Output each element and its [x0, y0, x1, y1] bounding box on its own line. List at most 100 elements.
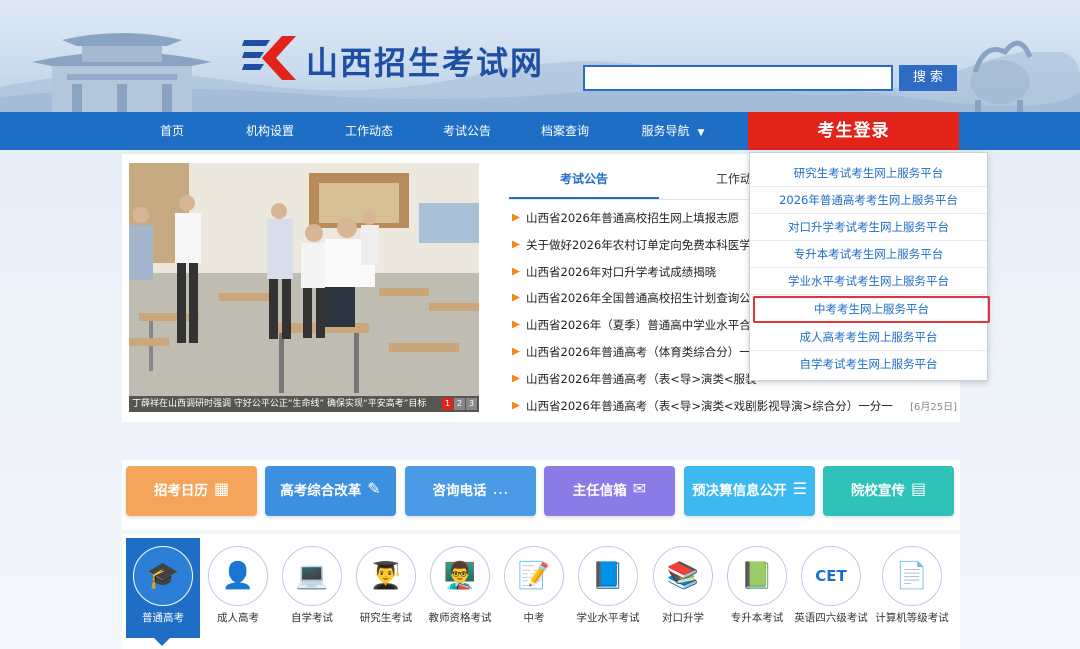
- candidate-login-dropdown: 研究生考试考生网上服务平台 2026年普通高考考生网上服务平台 对口升学考试考生…: [749, 152, 990, 381]
- adult-student-icon: 👤: [208, 546, 268, 606]
- nav-item-label: 档案查询: [540, 124, 589, 138]
- news-title: 关于做好2026年农村订单定向免费本科医学: [526, 238, 751, 252]
- candidate-login-button[interactable]: 考生登录: [748, 112, 959, 150]
- arrow-bullet-icon: [512, 213, 520, 222]
- calendar-icon: ▦: [213, 479, 230, 498]
- category-teacher-cert[interactable]: 👨‍🏫 教师资格考试: [423, 538, 497, 638]
- quick-link-label: 咨询电话: [432, 483, 487, 499]
- site-name: 山西招生考试网: [306, 44, 545, 82]
- quick-link-label: 主任信箱: [572, 483, 627, 499]
- clipboard-icon: ☰: [792, 479, 807, 498]
- category-computer-rank[interactable]: 📄 计算机等级考试: [875, 538, 949, 638]
- book-icon: 📘: [578, 546, 638, 606]
- quick-link-hotline[interactable]: 咨询电话 …: [405, 466, 536, 516]
- active-category-pointer: [154, 638, 170, 646]
- search-button[interactable]: 搜 索: [899, 65, 957, 91]
- teacher-podium-icon: 👨‍🏫: [430, 546, 490, 606]
- dropdown-item-gaokao[interactable]: 2026年普通高考考生网上服务平台: [750, 187, 987, 214]
- mail-icon: ✉: [632, 479, 647, 498]
- slide-page-2[interactable]: 2: [454, 398, 465, 410]
- slideshow-caption[interactable]: 丁薛祥在山西调研时强调 守好公平公正“生命线” 确保实现“平安高考”目标: [129, 396, 479, 412]
- exam-paper-icon: 📝: [504, 546, 564, 606]
- chevron-down-icon: ▼: [697, 128, 705, 138]
- arrow-bullet-icon: [512, 293, 520, 302]
- category-vocational-entrance[interactable]: 📚 对口升学: [646, 538, 720, 638]
- news-date: [6月25日]: [906, 398, 957, 413]
- logo-icon: [242, 36, 296, 80]
- category-academic-level[interactable]: 📘 学业水平考试: [571, 538, 645, 638]
- nav-item-label: 机构设置: [245, 124, 294, 138]
- dropdown-item-adult-exam[interactable]: 成人高考考生网上服务平台: [750, 324, 987, 351]
- dropdown-item-academic-level[interactable]: 学业水平考试考生网上服务平台: [750, 268, 987, 295]
- news-title: 山西省2026年（夏季）普通高中学业水平合: [526, 318, 751, 332]
- site-header: 山西招生考试网 搜 索: [0, 0, 1080, 112]
- nav-item-service-nav[interactable]: 服务导航 ▼: [628, 112, 718, 150]
- certificate-icon: 📄: [882, 546, 942, 606]
- slideshow-pager: 1 2 3: [442, 398, 477, 410]
- briefcase-icon: ▤: [910, 479, 927, 498]
- news-title: 山西省2026年对口升学考试成绩揭晓: [526, 265, 717, 279]
- category-graduate-exam[interactable]: 👨‍🎓 研究生考试: [349, 538, 423, 638]
- news-slideshow[interactable]: 丁薛祥在山西调研时强调 守好公平公正“生命线” 确保实现“平安高考”目标 1 2…: [129, 163, 479, 412]
- arrow-bullet-icon: [512, 347, 520, 356]
- category-upgrade-bachelor[interactable]: 📗 专升本考试: [720, 538, 794, 638]
- nav-item-archive-query[interactable]: 档案查询: [529, 112, 601, 150]
- quick-link-label: 高考综合改革: [280, 483, 362, 499]
- category-gaokao[interactable]: 🎓 普通高考: [126, 538, 200, 638]
- news-title: 山西省2026年普通高校招生网上填报志愿: [526, 211, 740, 225]
- dropdown-item-vocational-entrance[interactable]: 对口升学考试考生网上服务平台: [750, 214, 987, 241]
- pavilion-illustration: [32, 33, 212, 112]
- arrow-bullet-icon: [512, 320, 520, 329]
- quick-link-budget-disclosure[interactable]: 预决算信息公开 ☰: [684, 466, 815, 516]
- graduation-cap-icon: 🎓: [133, 546, 193, 606]
- news-photo: [129, 163, 479, 412]
- quick-link-exam-calendar[interactable]: 招考日历 ▦: [126, 466, 257, 516]
- quick-link-label: 招考日历: [153, 483, 208, 499]
- slideshow-caption-text: 丁薛祥在山西调研时强调 守好公平公正“生命线” 确保实现“平安高考”目标: [132, 399, 427, 409]
- category-adult-exam[interactable]: 👤 成人高考: [201, 538, 275, 638]
- bronze-vessel-illustration: [970, 40, 1033, 112]
- dropdown-item-self-study[interactable]: 自学考试考生网上服务平台: [750, 351, 987, 378]
- slide-page-1[interactable]: 1: [442, 398, 453, 410]
- category-label: 英语四六级考试: [794, 612, 868, 624]
- chat-icon: …: [492, 479, 509, 498]
- news-title: 山西省2026年普通高考（表<导>演类<戏剧影视导演>综合分）一分一: [526, 399, 893, 413]
- nav-item-organization[interactable]: 机构设置: [234, 112, 306, 150]
- quick-link-gaokao-reform[interactable]: 高考综合改革 ✎: [265, 466, 396, 516]
- dropdown-item-upgrade-bachelor[interactable]: 专升本考试考生网上服务平台: [750, 241, 987, 268]
- category-self-study[interactable]: 💻 自学考试: [275, 538, 349, 638]
- nav-item-label: 服务导航: [641, 124, 690, 138]
- books-stack-icon: 📗: [727, 546, 787, 606]
- nav-item-work-news[interactable]: 工作动态: [333, 112, 405, 150]
- arrow-bullet-icon: [512, 374, 520, 383]
- tab-exam-notices[interactable]: 考试公告: [509, 164, 659, 200]
- graduate-icon: 👨‍🎓: [356, 546, 416, 606]
- news-item[interactable]: 山西省2026年普通高考（表<导>演类<戏剧影视导演>综合分）一分一 [6月25日…: [512, 398, 957, 418]
- category-label: 计算机等级考试: [875, 612, 949, 624]
- arrow-bullet-icon: [512, 267, 520, 276]
- nav-item-label: 考试公告: [442, 124, 491, 138]
- quick-link-director-mailbox[interactable]: 主任信箱 ✉: [544, 466, 675, 516]
- search-input[interactable]: [583, 65, 893, 91]
- arrow-bullet-icon: [512, 401, 520, 410]
- dropdown-item-graduate-exam[interactable]: 研究生考试考生网上服务平台: [750, 160, 987, 187]
- nav-item-home[interactable]: 首页: [140, 112, 204, 150]
- cet-icon: CET: [801, 546, 861, 606]
- nav-item-label: 首页: [159, 124, 184, 138]
- category-cet[interactable]: CET 英语四六级考试: [794, 538, 868, 638]
- quick-link-label: 院校宣传: [850, 483, 905, 499]
- category-label: 普通高考: [142, 612, 184, 624]
- category-zhongkao[interactable]: 📝 中考: [497, 538, 571, 638]
- arrow-bullet-icon: [512, 240, 520, 249]
- category-label: 学业水平考试: [576, 612, 640, 624]
- news-title: 山西省2026年普通高考（体育类综合分）一: [526, 345, 751, 359]
- quick-link-college-promo[interactable]: 院校宣传 ▤: [823, 466, 954, 516]
- laptop-study-icon: 💻: [282, 546, 342, 606]
- nav-item-exam-notices[interactable]: 考试公告: [431, 112, 503, 150]
- document-edit-icon: ✎: [367, 479, 381, 498]
- slide-page-3[interactable]: 3: [466, 398, 477, 410]
- news-title: 山西省2026年普通高考（表<导>演类<服装: [526, 372, 757, 386]
- quick-link-label: 预决算信息公开: [692, 483, 787, 499]
- dropdown-item-zhongkao[interactable]: 中考考生网上服务平台: [753, 296, 990, 323]
- cap-books-icon: 📚: [653, 546, 713, 606]
